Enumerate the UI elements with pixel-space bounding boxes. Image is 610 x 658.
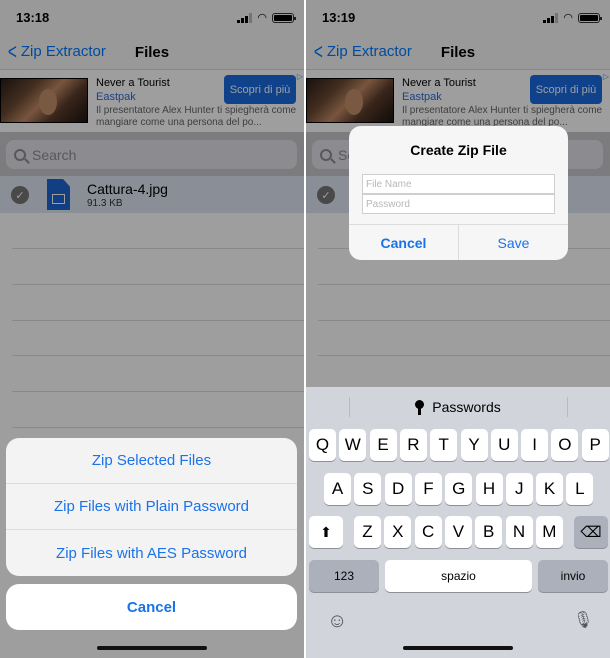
- action-sheet-cancel-button[interactable]: Cancel: [6, 584, 297, 630]
- file-name-input[interactable]: File Name: [362, 174, 555, 194]
- key-v[interactable]: V: [444, 516, 472, 548]
- zip-selected-files-button[interactable]: Zip Selected Files: [6, 438, 297, 484]
- zip-plain-password-button[interactable]: Zip Files with Plain Password: [6, 484, 297, 530]
- zip-aes-password-button[interactable]: Zip Files with AES Password: [6, 530, 297, 576]
- key-p[interactable]: P: [581, 429, 609, 461]
- dialog-cancel-button[interactable]: Cancel: [349, 225, 459, 260]
- key-a[interactable]: A: [324, 473, 351, 505]
- shift-key[interactable]: ⬆: [309, 516, 343, 548]
- key-i[interactable]: I: [521, 429, 549, 461]
- action-sheet: Zip Selected Files Zip Files with Plain …: [6, 438, 297, 576]
- key-s[interactable]: S: [354, 473, 382, 505]
- key-w[interactable]: W: [339, 429, 367, 461]
- right-screen: 13:19 ◠ < Zip Extractor Files Never a To…: [306, 0, 610, 658]
- key-b[interactable]: B: [475, 516, 503, 548]
- passwords-suggestion: Passwords: [432, 399, 501, 415]
- key-r[interactable]: R: [399, 429, 427, 461]
- key-e[interactable]: E: [369, 429, 397, 461]
- numbers-key[interactable]: 123: [309, 560, 379, 592]
- space-key[interactable]: spazio: [385, 560, 532, 592]
- password-autofill-bar[interactable]: Passwords: [306, 387, 610, 427]
- key-m[interactable]: M: [535, 516, 563, 548]
- key-z[interactable]: Z: [354, 516, 381, 548]
- key-d[interactable]: D: [384, 473, 412, 505]
- dialog-save-button[interactable]: Save: [459, 225, 568, 260]
- key-f[interactable]: F: [414, 473, 442, 505]
- key-g[interactable]: G: [445, 473, 473, 505]
- create-zip-dialog: Create Zip File File Name Password Cance…: [349, 126, 568, 260]
- key-t[interactable]: T: [430, 429, 458, 461]
- key-q[interactable]: Q: [309, 429, 336, 461]
- keyboard: Passwords QWERTYUIOP ASDFGHJKL ZXCVBNM ⬆ ⌫…: [306, 387, 610, 658]
- key-icon: [415, 400, 425, 415]
- key-j[interactable]: J: [505, 473, 533, 505]
- key-o[interactable]: O: [551, 429, 579, 461]
- key-l[interactable]: L: [566, 473, 594, 505]
- home-indicator: [403, 646, 513, 650]
- delete-key[interactable]: ⌫: [574, 516, 608, 548]
- emoji-icon[interactable]: ☺: [327, 610, 347, 633]
- dialog-title: Create Zip File: [410, 142, 507, 158]
- key-y[interactable]: Y: [460, 429, 488, 461]
- home-indicator: [97, 646, 207, 650]
- password-input[interactable]: Password: [362, 194, 555, 214]
- key-c[interactable]: C: [414, 516, 442, 548]
- key-h[interactable]: H: [475, 473, 503, 505]
- key-u[interactable]: U: [490, 429, 518, 461]
- microphone-icon[interactable]: 🎙: [573, 610, 593, 630]
- key-x[interactable]: X: [384, 516, 412, 548]
- return-key[interactable]: invio: [538, 560, 608, 592]
- key-n[interactable]: N: [505, 516, 533, 548]
- key-k[interactable]: K: [536, 473, 564, 505]
- left-screen: 13:18 ◠ < Zip Extractor Files Never a To…: [0, 0, 304, 658]
